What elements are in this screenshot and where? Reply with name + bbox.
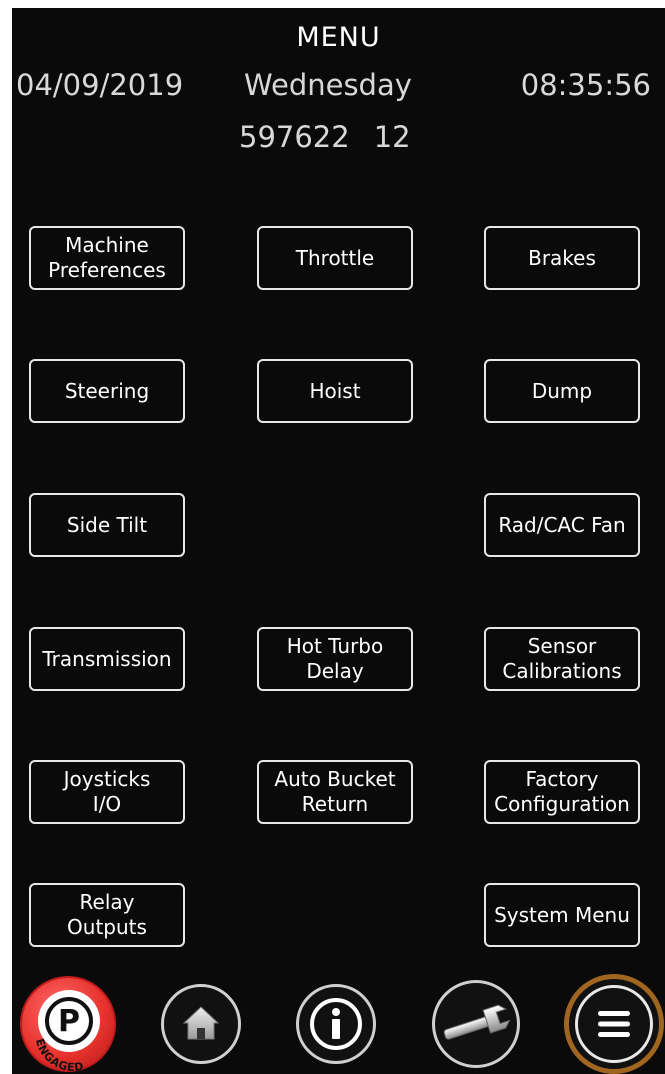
machine-preferences-button[interactable]: Machine Preferences <box>29 226 185 290</box>
side-tilt-button[interactable]: Side Tilt <box>29 493 185 557</box>
steering-button[interactable]: Steering <box>29 359 185 423</box>
menu-screen: MENU 04/09/2019 Wednesday 08:35:56 59762… <box>12 8 665 1074</box>
system-menu-button[interactable]: System Menu <box>484 883 640 947</box>
date-display: 04/09/2019 <box>16 68 184 102</box>
joysticks-io-button[interactable]: Joysticks I/O <box>29 760 185 824</box>
hot-turbo-delay-button[interactable]: Hot Turbo Delay <box>257 627 413 691</box>
hoist-button[interactable]: Hoist <box>257 359 413 423</box>
info-icon <box>310 998 362 1050</box>
auto-bucket-return-button[interactable]: Auto Bucket Return <box>257 760 413 824</box>
factory-configuration-button[interactable]: Factory Configuration <box>484 760 640 824</box>
main-menu-button[interactable] <box>564 974 664 1074</box>
dump-button[interactable]: Dump <box>484 359 640 423</box>
brakes-button[interactable]: Brakes <box>484 226 640 290</box>
bottom-nav-bar: P ENGAGED <box>12 970 665 1074</box>
day-display: Wednesday <box>244 68 412 102</box>
sensor-calibrations-button[interactable]: Sensor Calibrations <box>484 627 640 691</box>
throttle-button[interactable]: Throttle <box>257 226 413 290</box>
info-button[interactable] <box>296 984 376 1064</box>
svg-text:ENGAGED: ENGAGED <box>33 1037 85 1074</box>
machine-id: 597622 <box>239 120 350 154</box>
page-title: MENU <box>296 22 381 53</box>
machine-info-row: 597622 12 <box>239 120 411 154</box>
machine-code: 12 <box>373 120 411 154</box>
park-brake-button[interactable]: P ENGAGED <box>20 976 116 1074</box>
wrench-icon <box>443 1004 511 1040</box>
engaged-label: ENGAGED <box>33 1037 85 1074</box>
transmission-button[interactable]: Transmission <box>29 627 185 691</box>
hamburger-menu-icon <box>575 985 653 1063</box>
home-icon <box>182 1006 220 1040</box>
service-button[interactable] <box>432 980 520 1068</box>
relay-outputs-button[interactable]: Relay Outputs <box>29 883 185 947</box>
rad-cac-fan-button[interactable]: Rad/CAC Fan <box>484 493 640 557</box>
home-button[interactable] <box>161 984 241 1064</box>
time-display: 08:35:56 <box>520 68 651 102</box>
